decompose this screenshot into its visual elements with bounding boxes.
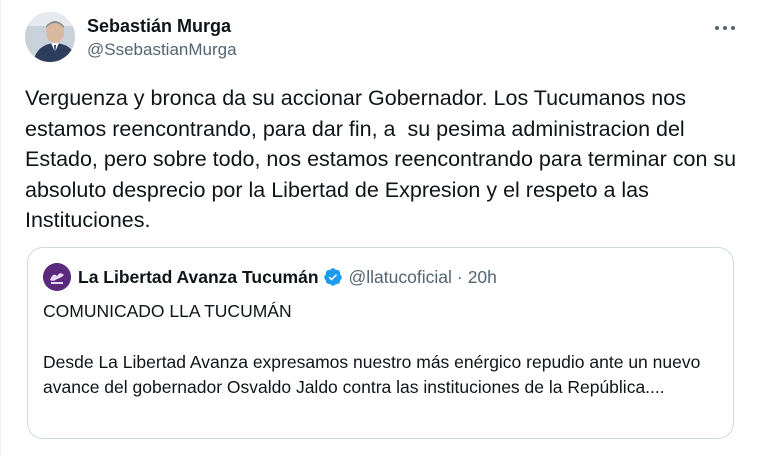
quoted-author-handle[interactable]: @llatucoficial — [349, 267, 452, 288]
quoted-tweet-header: La Libertad Avanza Tucumán @llatucoficia… — [43, 262, 497, 292]
lla-logo-icon — [43, 263, 71, 291]
more-horizontal-icon — [715, 26, 735, 30]
tweet-text: Verguenza y bronca da su accionar Gobern… — [25, 86, 743, 233]
profile-photo-icon — [25, 12, 75, 62]
quoted-tweet-text: Desde La Libertad Avanza expresamos nues… — [43, 351, 701, 398]
author-avatar[interactable] — [25, 12, 75, 62]
author-names: Sebastián Murga @SsebastianMurga — [87, 15, 237, 61]
separator-dot: · — [456, 266, 463, 287]
quoted-tweet-title: COMUNICADO LLA TUCUMÁN — [43, 301, 292, 321]
tweet-header: Sebastián Murga @SsebastianMurga — [25, 12, 741, 64]
quoted-tweet[interactable]: La Libertad Avanza Tucumán @llatucoficia… — [27, 247, 734, 439]
verified-badge-icon — [323, 267, 343, 287]
quoted-tweet-time[interactable]: 20h — [468, 267, 497, 288]
tweet-card: Sebastián Murga @SsebastianMurga Verguen… — [0, 0, 762, 457]
author-display-name[interactable]: Sebastián Murga — [87, 15, 237, 37]
quoted-author-avatar — [43, 263, 71, 291]
quoted-tweet-body: COMUNICADO LLA TUCUMÁN Desde La Libertad… — [43, 299, 718, 401]
quoted-author-name[interactable]: La Libertad Avanza Tucumán — [78, 267, 319, 288]
author-handle[interactable]: @SsebastianMurga — [87, 39, 237, 61]
more-options-button[interactable] — [711, 16, 739, 40]
